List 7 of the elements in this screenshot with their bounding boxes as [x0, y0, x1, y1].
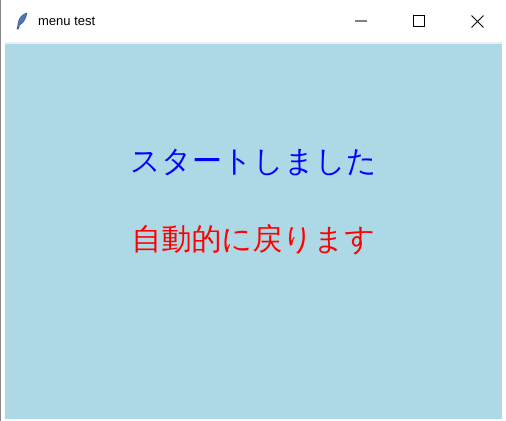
maximize-icon [413, 15, 425, 27]
message-text: スタートしました [130, 144, 377, 180]
feather-icon [16, 12, 28, 30]
window-title: menu test [38, 12, 96, 30]
minimize-icon [355, 20, 367, 22]
message-text: 自動的に戻ります [132, 222, 376, 258]
close-icon [470, 14, 484, 28]
